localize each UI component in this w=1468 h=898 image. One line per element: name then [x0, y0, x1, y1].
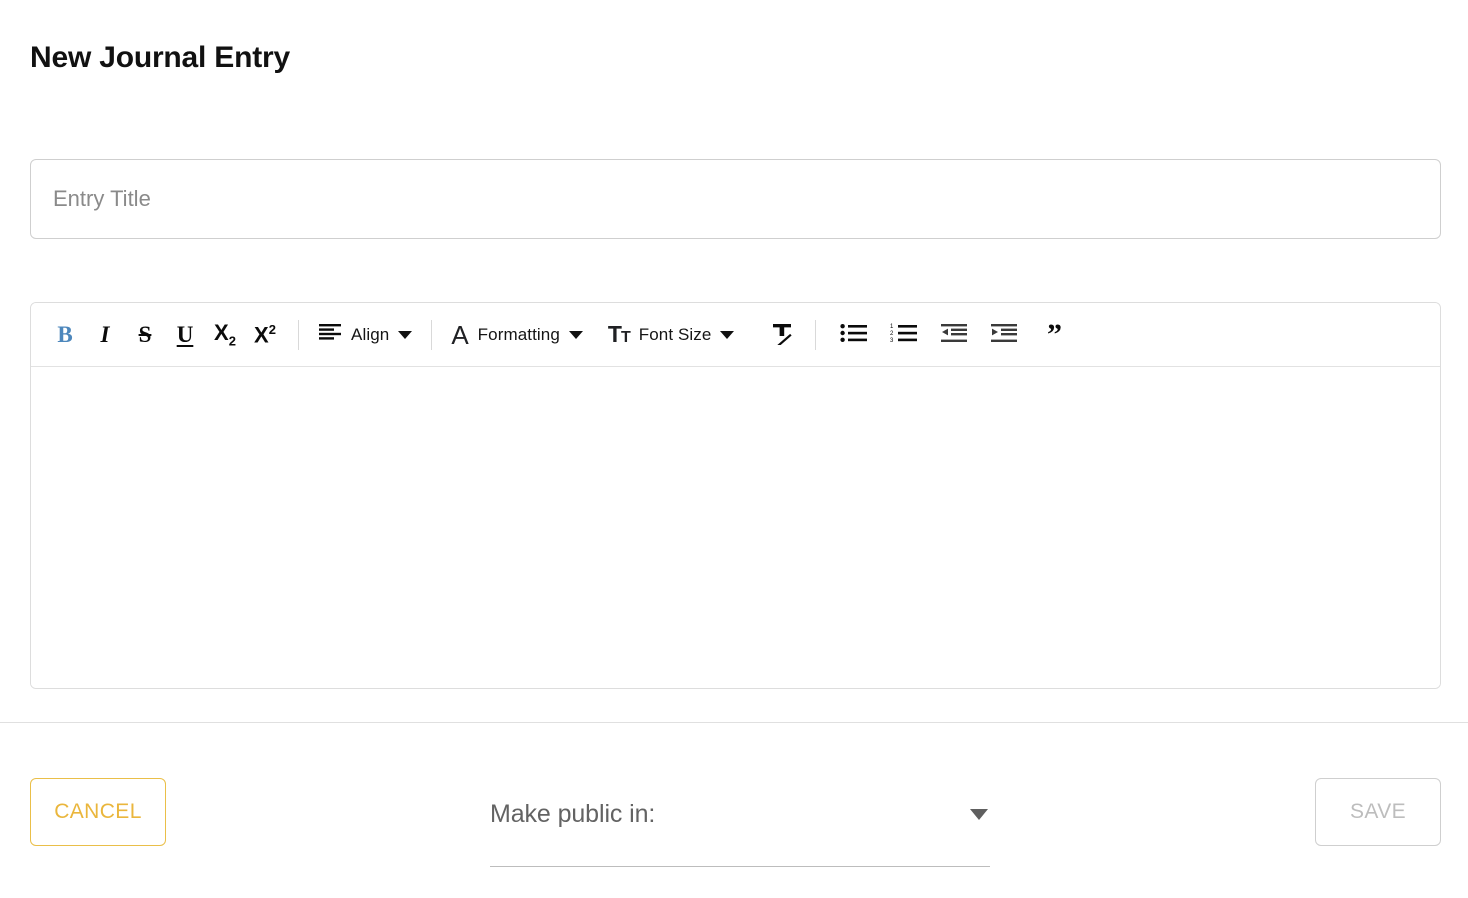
bullet-list-icon [840, 323, 868, 346]
rich-text-editor: B I S U X2 X2 Align A Formatting TT Font… [30, 302, 1441, 689]
toolbar-separator-3 [815, 319, 817, 350]
superscript-icon: X2 [254, 321, 276, 348]
footer-divider [0, 722, 1468, 723]
font-size-dropdown[interactable]: TT Font Size [602, 315, 741, 355]
visibility-select-control[interactable]: Make public in: [490, 786, 990, 842]
bold-icon: B [57, 321, 73, 347]
align-label: Align [351, 324, 390, 344]
italic-icon: I [100, 321, 110, 347]
numbered-list-icon: 1 2 3 [890, 323, 918, 346]
toolbar-separator-1 [298, 319, 299, 350]
clear-formatting-button[interactable] [762, 315, 802, 355]
outdent-button[interactable] [929, 315, 979, 355]
chevron-down-icon [398, 330, 413, 339]
bold-button[interactable]: B [45, 315, 85, 355]
entry-title-input[interactable] [31, 160, 1440, 238]
editor-content-area[interactable] [31, 367, 1440, 688]
visibility-select-underline [490, 866, 990, 867]
toolbar-separator-2 [431, 319, 433, 350]
visibility-select-label: Make public in: [490, 799, 656, 828]
indent-icon [990, 323, 1018, 346]
save-button[interactable]: SAVE [1315, 778, 1441, 846]
toolbar-group-inline-styles: B I S U X2 X2 [45, 315, 285, 355]
toolbar-group-lists: 1 2 3 ” [829, 315, 1079, 355]
svg-text:2: 2 [890, 331, 894, 337]
strikethrough-button[interactable]: S [125, 315, 165, 355]
entry-title-field[interactable] [30, 159, 1441, 239]
svg-text:1: 1 [890, 324, 894, 330]
font-size-icon: TT [607, 321, 631, 347]
align-left-icon [318, 322, 342, 347]
subscript-button[interactable]: X2 [205, 315, 245, 355]
chevron-down-icon [568, 330, 583, 339]
subscript-icon: X2 [214, 319, 236, 349]
toolbar-spacer-1 [595, 320, 596, 350]
svg-text:3: 3 [890, 338, 894, 343]
italic-button[interactable]: I [85, 315, 125, 355]
page-title: New Journal Entry [30, 41, 290, 74]
underline-button[interactable]: U [165, 315, 205, 355]
underline-icon: U [176, 321, 194, 347]
formatting-dropdown[interactable]: A Formatting [445, 315, 589, 355]
new-journal-entry-page: New Journal Entry B I S U X2 [0, 0, 1468, 898]
visibility-select[interactable]: Make public in: [490, 786, 990, 867]
chevron-down-icon [720, 330, 735, 339]
font-A-icon: A [451, 319, 469, 350]
bullet-list-button[interactable] [829, 315, 879, 355]
align-dropdown[interactable]: Align [312, 315, 418, 355]
font-size-label: Font Size [638, 324, 712, 344]
numbered-list-button[interactable]: 1 2 3 [879, 315, 929, 355]
chevron-down-icon [970, 808, 988, 820]
indent-button[interactable] [979, 315, 1029, 355]
blockquote-button[interactable]: ” [1029, 315, 1079, 355]
strikethrough-icon: S [138, 321, 152, 347]
clear-formatting-icon [769, 321, 795, 350]
cancel-button[interactable]: CANCEL [30, 778, 166, 846]
outdent-icon [940, 323, 968, 346]
formatting-label: Formatting [477, 324, 560, 344]
superscript-button[interactable]: X2 [245, 315, 285, 355]
editor-toolbar: B I S U X2 X2 Align A Formatting TT Font… [31, 303, 1440, 367]
blockquote-icon: ” [1046, 317, 1062, 351]
